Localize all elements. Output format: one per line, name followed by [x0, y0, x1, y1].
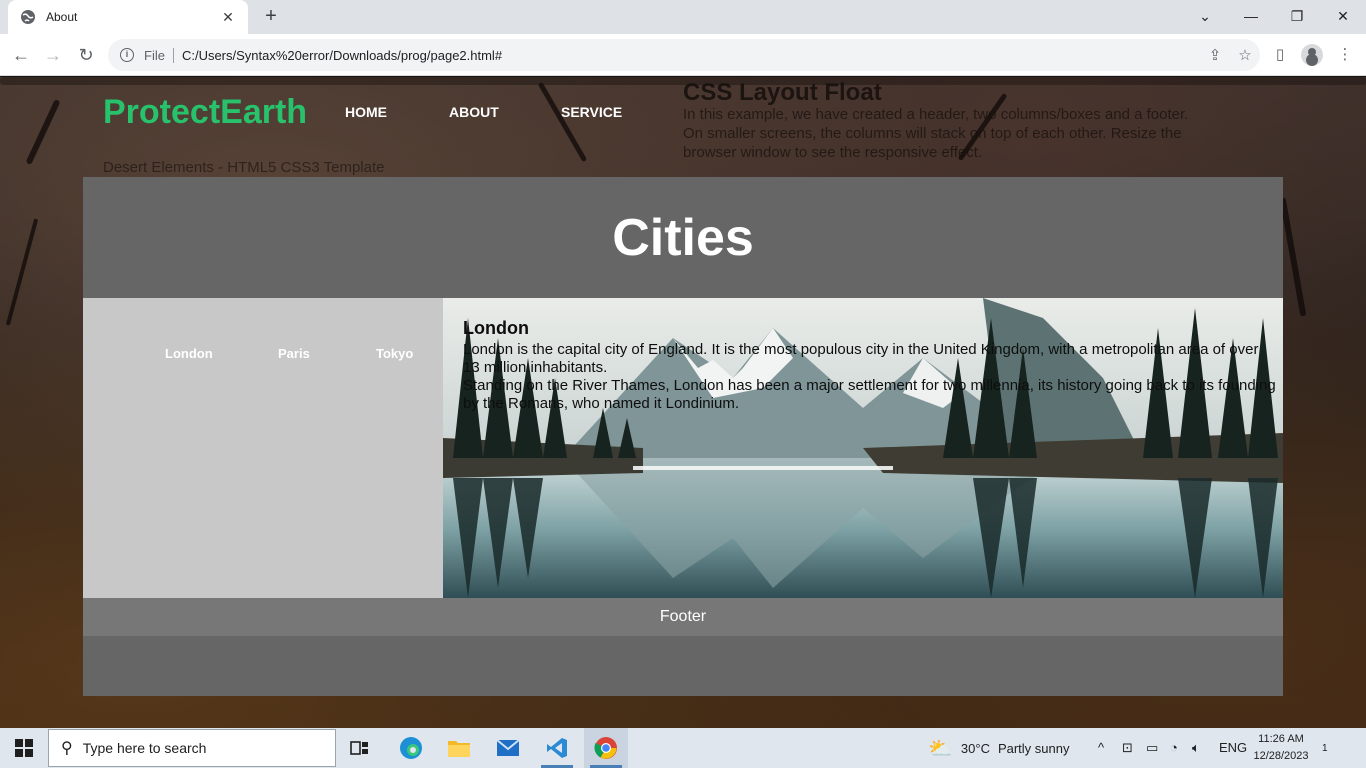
bookmark-star-icon[interactable]: ☆	[1230, 46, 1260, 64]
nav-service-link[interactable]: SERVICE	[561, 104, 622, 120]
system-clock[interactable]: 11:26 AM 12/28/2023	[1246, 731, 1316, 765]
profile-avatar[interactable]	[1299, 42, 1325, 68]
taskbar-search-box[interactable]: ⚲ Type here to search	[48, 729, 336, 767]
folder-icon	[448, 741, 470, 757]
vscode-taskbar-app[interactable]	[535, 728, 579, 768]
address-bar[interactable]: i File C:/Users/Syntax%20error/Downloads…	[108, 39, 1260, 71]
globe-icon	[21, 10, 35, 24]
clock-date: 12/28/2023	[1253, 750, 1309, 762]
city-link-tokyo[interactable]: Tokyo	[376, 346, 413, 361]
background-paragraph: In this example, we have created a heade…	[683, 106, 1189, 161]
new-tab-button[interactable]: +	[258, 4, 284, 30]
nav-about-link[interactable]: ABOUT	[449, 104, 499, 120]
reload-icon[interactable]: ↻	[73, 42, 99, 68]
page-footer: Footer	[83, 598, 1283, 636]
url-text[interactable]: C:/Users/Syntax%20error/Downloads/prog/p…	[182, 48, 1200, 63]
background-heading: CSS Layout Float	[683, 79, 882, 106]
tab-title: About	[46, 10, 78, 24]
background-branch	[25, 99, 61, 165]
article-paragraph: London is the capital city of England. I…	[463, 341, 1259, 376]
tab-search-icon[interactable]: ⌄	[1182, 0, 1228, 34]
battery-icon[interactable]: ▭	[1146, 728, 1158, 768]
menu-kebab-icon[interactable]: ⋮	[1332, 42, 1358, 68]
restore-button[interactable]: ❐	[1274, 0, 1320, 34]
background-branch	[1279, 197, 1307, 317]
side-panel-icon[interactable]: ▯	[1267, 42, 1293, 68]
browser-tabstrip: About ✕ + ⌄ — ❐ ✕	[0, 0, 1366, 34]
file-explorer-taskbar-app[interactable]	[437, 728, 481, 768]
city-article: London London is the capital city of Eng…	[443, 298, 1283, 598]
task-view-icon	[350, 741, 368, 755]
article-body: London London is the capital city of Eng…	[463, 318, 1278, 413]
minimize-button[interactable]: —	[1228, 0, 1274, 34]
meet-now-icon[interactable]: ⊡	[1122, 728, 1133, 768]
mail-taskbar-app[interactable]	[486, 728, 530, 768]
nav-home-link[interactable]: HOME	[345, 104, 387, 120]
page-header: Cities	[83, 177, 1283, 298]
background-caption: Desert Elements - HTML5 CSS3 Template	[103, 159, 385, 176]
close-window-button[interactable]: ✕	[1320, 0, 1366, 34]
page-title: Cities	[612, 208, 754, 267]
background-branch	[5, 218, 39, 326]
windows-logo-icon	[15, 739, 33, 757]
info-icon[interactable]: i	[120, 48, 134, 62]
edge-taskbar-app[interactable]	[389, 728, 433, 768]
site-logo[interactable]: ProtectEarth	[103, 93, 307, 132]
city-link-london[interactable]: London	[165, 346, 213, 361]
wifi-icon[interactable]: ◔	[1170, 728, 1178, 768]
input-language[interactable]: ENG	[1219, 728, 1247, 768]
page-viewport: CSS Layout Float In this example, we hav…	[0, 77, 1366, 728]
content-container: Cities London Paris Tokyo London London …	[83, 177, 1283, 696]
chrome-taskbar-app[interactable]	[584, 728, 628, 768]
weather-temperature: 30°C	[960, 740, 990, 756]
forward-arrow-icon[interactable]: →	[40, 42, 66, 68]
weather-condition: Partly sunny	[997, 740, 1070, 756]
browser-toolbar: ← → ↻ i File C:/Users/Syntax%20error/Dow…	[0, 34, 1366, 76]
share-icon[interactable]: ⇪	[1200, 46, 1230, 64]
back-arrow-icon[interactable]: ←	[8, 42, 34, 68]
search-placeholder: Type here to search	[82, 740, 207, 756]
article-paragraph: Standing on the River Thames, London has…	[463, 377, 1276, 412]
close-tab-icon[interactable]: ✕	[220, 9, 236, 26]
notification-count: 1	[1322, 743, 1328, 754]
task-view-button[interactable]	[338, 728, 382, 768]
partly-sunny-icon: ⛅	[928, 737, 953, 760]
edge-icon	[400, 737, 422, 759]
url-scheme: File	[144, 47, 174, 63]
city-sidebar: London Paris Tokyo	[83, 298, 443, 598]
chrome-icon	[594, 737, 617, 759]
search-icon: ⚲	[61, 740, 73, 757]
mail-icon	[496, 739, 520, 756]
windows-taskbar: ⚲ Type here to search ⛅ 30°C Partly sunn…	[0, 728, 1366, 768]
browser-tab[interactable]: About ✕	[8, 0, 248, 34]
article-title: London	[463, 318, 529, 338]
clock-time: 11:26 AM	[1258, 733, 1304, 745]
vscode-icon	[547, 738, 567, 758]
weather-widget[interactable]: ⛅ 30°C Partly sunny	[928, 728, 1070, 768]
start-button[interactable]	[0, 728, 48, 768]
city-link-paris[interactable]: Paris	[278, 346, 310, 361]
volume-icon[interactable]: 🔈︎	[1192, 728, 1200, 768]
show-hidden-icons-chevron-icon[interactable]: ^	[1098, 728, 1104, 768]
background-branch	[537, 81, 588, 163]
notification-center-icon[interactable]: 1	[1322, 738, 1328, 756]
